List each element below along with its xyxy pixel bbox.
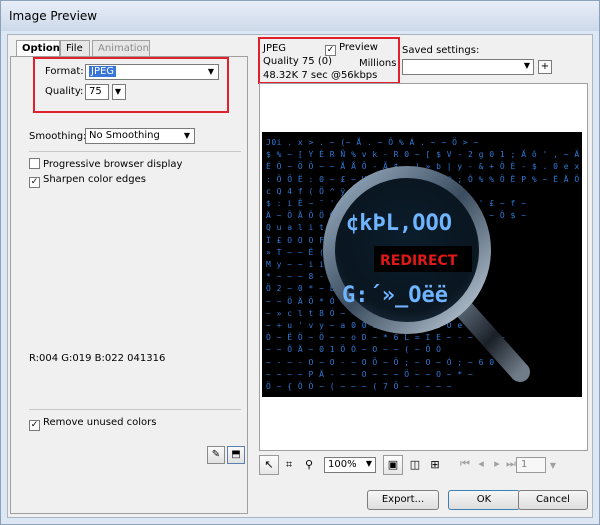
- play-icon: ▸: [494, 457, 500, 470]
- zoom-select[interactable]: 100% ▼: [324, 457, 376, 473]
- chevron-down-icon: ▼: [114, 87, 122, 96]
- saved-settings-label: Saved settings:: [402, 45, 480, 56]
- chevron-down-icon: ▼: [549, 461, 557, 470]
- first-frame-icon: ⏮: [460, 457, 470, 470]
- cancel-button[interactable]: Cancel: [518, 490, 588, 510]
- quality-field[interactable]: 75: [85, 84, 109, 100]
- chevron-down-icon: ▼: [523, 61, 531, 70]
- plus-icon: +: [540, 61, 550, 72]
- preview-label: Preview: [339, 42, 378, 53]
- frame-number-field: 1: [516, 457, 546, 473]
- four-up-view-button[interactable]: ⊞: [425, 455, 445, 475]
- eyedropper-icon: ✎: [211, 449, 221, 460]
- prev-frame-icon: ◂: [478, 457, 484, 470]
- sharpen-label: Sharpen color edges: [43, 174, 146, 185]
- title-bar: Image Preview: [1, 1, 599, 31]
- smoothing-select[interactable]: No Smoothing ▼: [85, 128, 195, 144]
- frame-number-value: 1: [521, 459, 528, 470]
- format-label: Format:: [45, 66, 84, 77]
- pointer-tool-button[interactable]: ↖: [259, 455, 279, 475]
- magnify-icon: ⚲: [304, 458, 314, 471]
- smoothing-label: Smoothing:: [29, 131, 87, 142]
- preview-toolbar: ↖ ⌗ ⚲ 100% ▼ ▣ ◫ ⊞ ⏮ ◂ ▸ ⏭ 1 ▼: [259, 455, 589, 477]
- crop-tool-button[interactable]: ⌗: [279, 455, 299, 475]
- options-panel: Format: JPEG ▼ Quality: 75 ▼ Smoothing: …: [10, 56, 248, 514]
- color-readout: R:004 G:019 B:022 041316: [29, 353, 166, 364]
- preview-checkbox-row[interactable]: ✓ Preview: [325, 42, 378, 56]
- format-value: JPEG: [89, 66, 117, 77]
- palette-icon: ⬒: [231, 449, 241, 460]
- four-up-icon: ⊞: [430, 458, 440, 471]
- single-preview-icon: ▣: [387, 458, 399, 471]
- lens-code-line: G:´»_Oëë: [342, 283, 448, 308]
- chevron-down-icon: ▼: [207, 67, 215, 76]
- zoom-tool-button[interactable]: ⚲: [299, 455, 319, 475]
- two-up-view-button[interactable]: ◫: [405, 455, 425, 475]
- divider: [29, 409, 241, 410]
- progressive-label: Progressive browser display: [43, 159, 183, 170]
- preview-format: JPEG: [263, 43, 287, 54]
- preview-area: JPEG ✓ Preview Quality 75 (0) Millions 48…: [256, 35, 592, 519]
- add-setting-button[interactable]: +: [538, 60, 552, 74]
- two-up-icon: ◫: [409, 458, 421, 471]
- zoom-dropdown[interactable]: ▼: [362, 457, 376, 473]
- last-frame-icon: ⏭: [506, 457, 516, 470]
- zoom-value: 100%: [328, 459, 357, 470]
- format-select[interactable]: JPEG ▼: [85, 64, 219, 80]
- preview-info: JPEG ✓ Preview Quality 75 (0) Millions 48…: [259, 39, 399, 87]
- magnifier-graphic: ¢kÞL,OOO G:´»_Oëë REDIRECT: [323, 166, 530, 382]
- quality-label: Quality:: [45, 86, 84, 97]
- preview-colors: Millions: [359, 58, 397, 69]
- crop-icon: ⌗: [285, 458, 293, 471]
- smoothing-value: No Smoothing: [89, 130, 160, 141]
- lens-code-line: ¢kÞL,OOO: [346, 211, 452, 236]
- saved-settings-dropdown[interactable]: ▼: [520, 59, 534, 75]
- remove-unused-label: Remove unused colors: [43, 417, 157, 428]
- pointer-icon: ↖: [264, 458, 274, 471]
- image-preview-window: Image Preview Options File Animation For…: [0, 0, 600, 525]
- single-view-button[interactable]: ▣: [383, 455, 403, 475]
- dialog-client: Options File Animation Format: JPEG ▼ Qu…: [7, 34, 593, 518]
- progressive-checkbox[interactable]: [29, 158, 40, 169]
- redirect-text: REDIRECT: [380, 253, 458, 269]
- preview-checkbox[interactable]: ✓: [325, 45, 336, 56]
- preview-size: 48.32K 7 sec @56kbps: [263, 70, 378, 81]
- palette-tool-button[interactable]: ⬒: [227, 446, 245, 464]
- remove-unused-checkbox[interactable]: ✓: [29, 420, 40, 431]
- window-title: Image Preview: [9, 9, 98, 23]
- magnifier-handle: [452, 297, 530, 382]
- eyedropper-tool-button[interactable]: ✎: [207, 446, 225, 464]
- ok-button[interactable]: OK: [448, 490, 520, 510]
- chevron-down-icon: ▼: [365, 459, 373, 468]
- preview-image: J0i . x > . ~ (~ Å . ~ Ô % Á . ~ ~ Ö > ~…: [262, 132, 582, 397]
- sharpen-checkbox[interactable]: ✓: [29, 177, 40, 188]
- divider: [29, 151, 241, 152]
- saved-settings-select[interactable]: ▼: [402, 59, 534, 75]
- remove-unused-checkbox-row[interactable]: ✓ Remove unused colors: [29, 417, 157, 431]
- export-button[interactable]: Export...: [367, 490, 439, 510]
- frame-dropdown: ▼: [547, 457, 559, 473]
- chevron-down-icon: ▼: [183, 131, 191, 140]
- quality-dropdown[interactable]: ▼: [112, 84, 126, 100]
- sharpen-checkbox-row[interactable]: ✓ Sharpen color edges: [29, 174, 146, 188]
- progressive-checkbox-row[interactable]: Progressive browser display: [29, 158, 182, 170]
- preview-quality: Quality 75 (0): [263, 56, 332, 67]
- preview-canvas[interactable]: J0i . x > . ~ (~ Å . ~ Ô % Á . ~ ~ Ö > ~…: [259, 83, 588, 451]
